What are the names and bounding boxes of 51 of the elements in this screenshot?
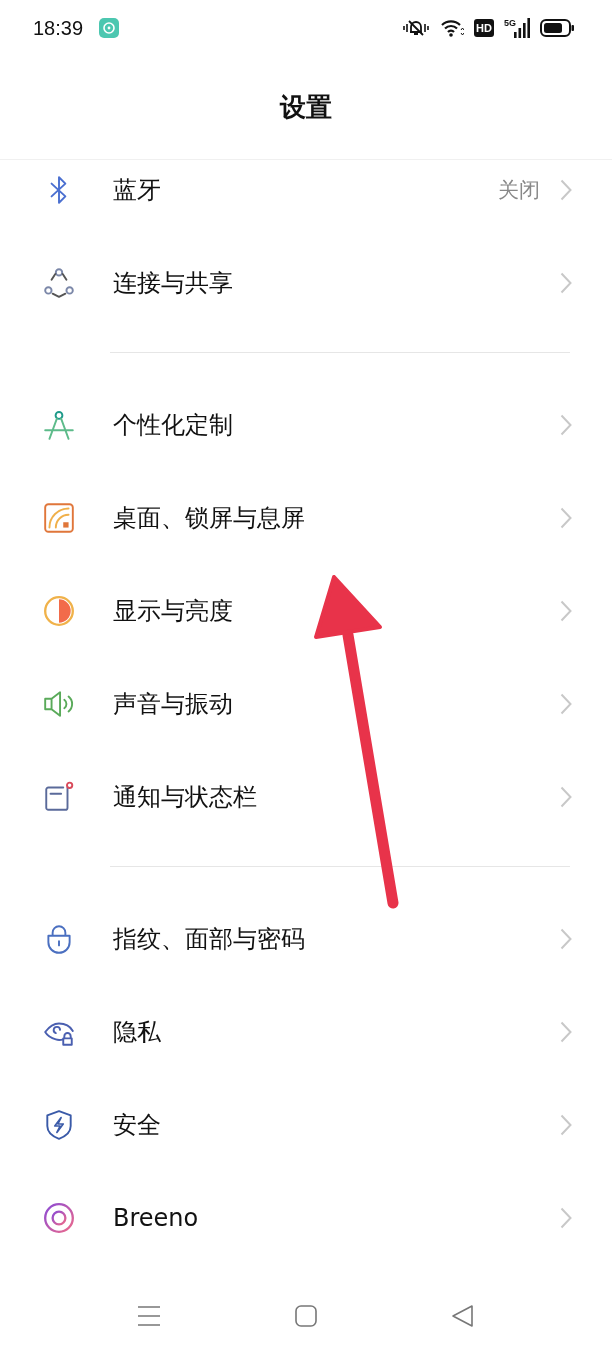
chevron-right-icon: [560, 179, 572, 201]
chevron-right-icon: [560, 413, 572, 436]
wallpaper-icon: [42, 500, 76, 535]
chevron-right-icon: [560, 1113, 572, 1136]
settings-row[interactable]: 隐私: [0, 985, 612, 1078]
settings-label: 显示与亮度: [113, 595, 234, 627]
notification-icon: [42, 779, 76, 814]
mute-bell-icon: [402, 18, 431, 38]
settings-label: 安全: [113, 1109, 162, 1141]
app-notification-icon: [99, 18, 120, 38]
settings-row[interactable]: 蓝牙 关闭: [0, 160, 612, 236]
chevron-right-icon: [560, 599, 572, 622]
hd-badge: HD: [474, 19, 494, 37]
settings-row[interactable]: 通知与状态栏: [0, 750, 612, 843]
chevron-right-icon: [560, 927, 572, 950]
chevron-right-icon: [560, 271, 572, 294]
settings-value: 关闭: [498, 177, 540, 204]
settings-label: 通知与状态栏: [113, 781, 258, 813]
chevron-right-icon: [560, 785, 572, 808]
settings-row[interactable]: Breeno: [0, 1171, 612, 1264]
settings-label: Breeno: [113, 1203, 200, 1232]
settings-label: 声音与振动: [113, 688, 234, 720]
settings-row[interactable]: 指纹、面部与密码: [0, 892, 612, 985]
settings-row[interactable]: 桌面、锁屏与息屏: [0, 471, 612, 564]
share-nodes-icon: [42, 265, 76, 300]
half-circle-icon: [42, 593, 76, 628]
menu-icon[interactable]: [137, 1306, 160, 1326]
settings-label: 隐私: [113, 1016, 162, 1048]
signal-icon: [514, 18, 530, 38]
chevron-right-icon: [560, 692, 572, 715]
ring-icon: [42, 1200, 76, 1235]
settings-label: 蓝牙: [113, 175, 162, 206]
settings-label: 桌面、锁屏与息屏: [113, 502, 306, 534]
page-title: 设置: [280, 91, 332, 124]
settings-label: 指纹、面部与密码: [113, 923, 306, 955]
settings-row[interactable]: 显示与亮度: [0, 564, 612, 657]
back-triangle-icon[interactable]: [452, 1305, 475, 1327]
settings-label: 连接与共享: [113, 267, 234, 299]
home-square-icon[interactable]: [295, 1305, 317, 1327]
wifi-icon: [440, 18, 465, 38]
chevron-right-icon: [560, 1020, 572, 1043]
network-type-label: 5G: [504, 18, 516, 28]
settings-row[interactable]: 声音与振动: [0, 657, 612, 750]
settings-row[interactable]: 个性化定制: [0, 378, 612, 471]
chevron-right-icon: [560, 506, 572, 529]
status-time: 18:39: [33, 16, 84, 40]
settings-row[interactable]: 连接与共享: [0, 236, 612, 329]
battery-icon: [540, 19, 574, 37]
settings-label: 个性化定制: [113, 409, 234, 441]
settings-row[interactable]: 安全: [0, 1078, 612, 1171]
chevron-right-icon: [560, 1206, 572, 1229]
